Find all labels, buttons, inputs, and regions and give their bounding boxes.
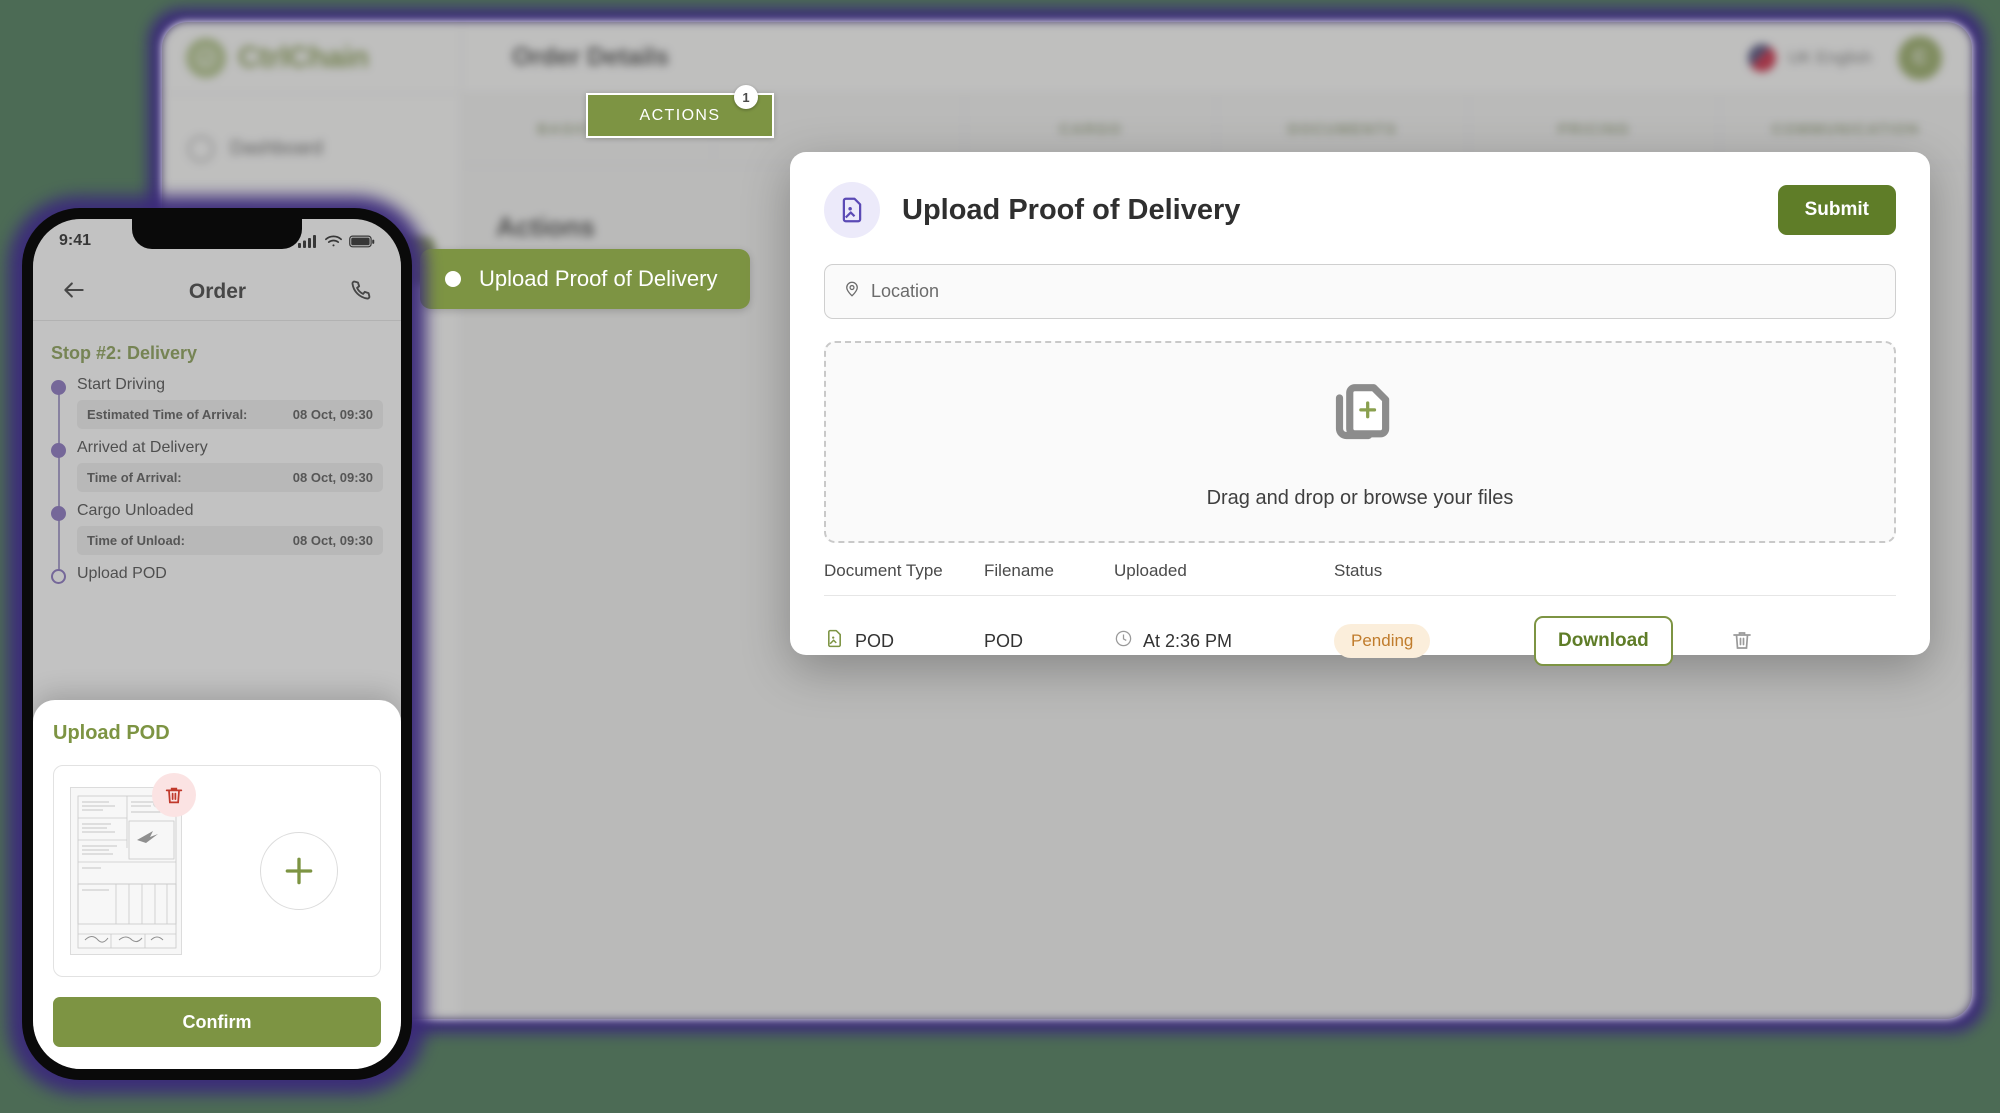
- status-indicators: [298, 234, 375, 248]
- timeline-item-arrived-at-delivery: Arrived at Delivery Time of Arrival: 08 …: [51, 439, 383, 492]
- call-button[interactable]: [342, 272, 379, 312]
- detail-label: Estimated Time of Arrival:: [87, 407, 248, 422]
- actions-count-badge: 1: [734, 85, 758, 109]
- timeline-connector: [58, 384, 60, 583]
- cell-download: Download: [1534, 596, 1724, 675]
- page-title: Order Details: [512, 43, 670, 71]
- timeline-item-start-driving: Start Driving Estimated Time of Arrival:…: [51, 376, 383, 429]
- phone-notch: [132, 219, 302, 249]
- timeline-detail-row: Time of Unload: 08 Oct, 09:30: [77, 526, 383, 555]
- location-pin-icon: [843, 280, 861, 303]
- brand-logo[interactable]: CtrlChain: [162, 22, 462, 93]
- phone-nav-title: Order: [188, 279, 247, 303]
- dialog-title: Upload Proof of Delivery: [902, 193, 1241, 226]
- document-image-icon: [824, 182, 880, 238]
- phone-content: Stop #2: Delivery Start Driving Estimate…: [33, 321, 401, 584]
- uploaded-files-table: Document Type Filename Uploaded Status P…: [824, 561, 1896, 674]
- detail-label: Time of Arrival:: [87, 470, 182, 485]
- avatar[interactable]: C: [1898, 35, 1942, 80]
- location-placeholder: Location: [871, 281, 940, 301]
- detail-value: 08 Oct, 09:30: [292, 533, 373, 548]
- plus-icon: [285, 857, 313, 885]
- delete-row-button[interactable]: [1724, 622, 1760, 661]
- language-selector[interactable]: UK English: [1747, 43, 1872, 72]
- location-input[interactable]: Location: [824, 264, 1896, 319]
- dialog-header: Upload Proof of Delivery Submit: [824, 182, 1896, 238]
- mobile-device-mockup: 9:41 Order Stop #2: Delivery Start Drivi…: [22, 208, 412, 1080]
- detail-value: 08 Oct, 09:30: [292, 407, 373, 422]
- file-dropzone[interactable]: Drag and drop or browse your files: [824, 341, 1896, 543]
- ctrlchain-logo-icon: [186, 37, 226, 78]
- cellular-signal-icon: [298, 235, 316, 248]
- sidebar-item-dashboard[interactable]: Dashboard: [162, 124, 461, 174]
- timeline-item-cargo-unloaded: Cargo Unloaded Time of Unload: 08 Oct, 0…: [51, 502, 383, 555]
- timeline-dot-icon: [51, 506, 66, 521]
- upload-proof-of-delivery-dialog: Upload Proof of Delivery Submit Location…: [790, 152, 1930, 666]
- status-badge: Pending: [1334, 624, 1431, 658]
- phone-nav-bar: Order: [33, 263, 401, 321]
- timeline-dot-icon: [51, 569, 66, 584]
- column-filename: Filename: [984, 561, 1114, 596]
- timeline-label: Cargo Unloaded: [77, 502, 194, 519]
- download-button[interactable]: Download: [1534, 616, 1673, 666]
- confirm-button[interactable]: Confirm: [53, 997, 381, 1047]
- timeline-item-upload-pod: Upload POD: [51, 565, 383, 584]
- detail-value: 08 Oct, 09:30: [292, 470, 373, 485]
- timeline-dot-icon: [51, 380, 66, 395]
- timeline-label: Start Driving: [77, 376, 166, 393]
- tab-actions-label: ACTIONS: [639, 106, 721, 124]
- dashboard-icon: [188, 136, 214, 162]
- table-row: POD POD At 2:36 PM Pending Download: [824, 596, 1896, 675]
- timeline-label: Arrived at Delivery: [77, 439, 208, 456]
- topbar-right: UK English C: [1747, 35, 1972, 80]
- cell-delete: [1724, 596, 1896, 675]
- pod-photo-grid: [53, 765, 381, 977]
- pod-thumbnail-wrapper[interactable]: [70, 773, 196, 955]
- timeline-detail-row: Time of Arrival: 08 Oct, 09:30: [77, 463, 383, 492]
- detail-label: Time of Unload:: [87, 533, 185, 548]
- cell-document-type: POD: [824, 596, 984, 675]
- submit-button[interactable]: Submit: [1777, 185, 1896, 235]
- status-time: 9:41: [59, 232, 92, 249]
- column-actions: [1534, 561, 1724, 596]
- cell-status: Pending: [1334, 596, 1534, 675]
- sheet-title: Upload POD: [53, 722, 170, 744]
- column-uploaded: Uploaded: [1114, 561, 1334, 596]
- sidebar-item-label: Dashboard: [230, 138, 323, 159]
- uk-flag-icon: [1747, 43, 1776, 72]
- language-label: UK English: [1787, 47, 1872, 67]
- column-document-type: Document Type: [824, 561, 984, 596]
- column-delete: [1724, 561, 1896, 596]
- action-button-label: Upload Proof of Delivery: [479, 266, 718, 291]
- wifi-icon: [325, 235, 342, 247]
- back-button[interactable]: [55, 271, 93, 312]
- add-photo-button[interactable]: [260, 832, 338, 910]
- clock-icon: [1114, 629, 1133, 653]
- add-files-icon: [1319, 374, 1401, 461]
- cell-filename: POD: [984, 630, 1024, 651]
- table-header-row: Document Type Filename Uploaded Status: [824, 561, 1896, 596]
- desktop-topbar: CtrlChain Order Details UK English C: [162, 22, 1972, 94]
- tab-actions[interactable]: ACTIONS 1: [586, 85, 774, 138]
- battery-icon: [349, 235, 375, 247]
- delivery-timeline: Start Driving Estimated Time of Arrival:…: [51, 376, 383, 584]
- timeline-detail-row: Estimated Time of Arrival: 08 Oct, 09:30: [77, 400, 383, 429]
- bullet-icon: [445, 271, 461, 287]
- timeline-label: Upload POD: [77, 565, 167, 582]
- delete-photo-button[interactable]: [152, 773, 196, 817]
- brand-name: CtrlChain: [238, 40, 369, 74]
- uploaded-value: At 2:36 PM: [1143, 630, 1233, 651]
- dropzone-label: Drag and drop or browse your files: [1206, 487, 1514, 509]
- stop-title: Stop #2: Delivery: [51, 343, 198, 363]
- document-type-value: POD: [855, 630, 895, 651]
- phone-screen: 9:41 Order Stop #2: Delivery Start Drivi…: [33, 219, 401, 1069]
- timeline-dot-icon: [51, 443, 66, 458]
- upload-pod-bottom-sheet: Upload POD Confirm: [33, 700, 401, 1069]
- column-status: Status: [1334, 561, 1534, 596]
- upload-proof-of-delivery-action-button[interactable]: Upload Proof of Delivery: [420, 249, 750, 309]
- pod-file-icon: [824, 628, 845, 654]
- cell-uploaded: At 2:36 PM: [1114, 596, 1334, 675]
